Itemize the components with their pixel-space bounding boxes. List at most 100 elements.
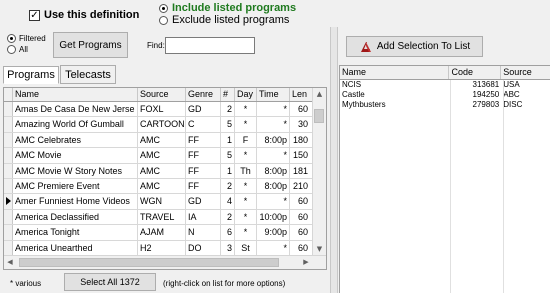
list-item[interactable]: Castle 194250 ABC — [340, 90, 550, 100]
find-label: Find: — [147, 41, 165, 50]
row-indicator[interactable] — [4, 194, 13, 209]
use-definition-checkbox[interactable]: ✓ — [29, 10, 40, 21]
cell-len: 60 — [297, 242, 308, 253]
select-all-button[interactable]: Select All 1372 — [64, 273, 156, 291]
tab-programs[interactable]: Programs — [3, 66, 59, 84]
col-name-header[interactable]: Name — [13, 88, 138, 101]
exclude-radio-row[interactable]: Exclude listed programs — [159, 14, 289, 26]
cell-genre: FF — [186, 148, 221, 163]
cell-len: 60 — [297, 196, 308, 207]
cell-name: AMC Movie W Story Notes — [13, 163, 138, 178]
col-sel-code-header[interactable]: Code — [449, 66, 502, 79]
cell-num: 1 — [221, 163, 235, 178]
col-source-header[interactable]: Source — [138, 88, 186, 101]
cell-len: 180 — [292, 134, 308, 145]
scroll-down-arrow-icon[interactable]: ▼ — [313, 243, 326, 255]
table-row[interactable]: AMC Premiere Event AMC FF 2 * 8:00p 210 — [4, 178, 326, 195]
exclude-label: Exclude listed programs — [172, 14, 290, 26]
row-indicator-header — [4, 88, 13, 101]
table-row[interactable]: America Declassified TRAVEL IA 2 * 10:00p 60 — [4, 209, 326, 226]
selection-list-body: NCIS 313681 USA Castle 194250 ABC Mythbusters 2… — [340, 80, 550, 110]
row-indicator[interactable] — [4, 240, 13, 255]
cell-time: 8:00p — [257, 163, 290, 178]
col-num-header[interactable]: # — [221, 88, 235, 101]
cell-source: AMC — [138, 132, 186, 148]
cell-source: AMC — [138, 148, 186, 163]
table-row[interactable]: America Unearthed H2 DO 3 St * 60 — [4, 240, 326, 256]
tab-telecasts[interactable]: Telecasts — [60, 65, 116, 84]
row-indicator[interactable] — [4, 225, 13, 240]
row-indicator[interactable] — [4, 117, 13, 132]
cell-source: AMC — [138, 163, 186, 178]
cell-name: AMC Movie — [13, 148, 138, 163]
programs-vertical-scrollbar[interactable]: ▲ ▼ — [312, 88, 326, 255]
cell-name: Amas De Casa De New Jerse — [13, 102, 138, 117]
filtered-radio-row[interactable]: Filtered — [7, 34, 46, 43]
add-selection-button[interactable]: Add Selection To List — [346, 36, 483, 57]
programs-horizontal-scrollbar[interactable]: ◀ ▶ — [4, 255, 326, 269]
col-len-header[interactable]: Len — [290, 88, 310, 101]
table-row[interactable]: Amer Funniest Home Videos WGN GD 4 * * 60 — [4, 194, 326, 210]
cell-genre: GD — [186, 194, 221, 209]
panel-splitter[interactable] — [330, 27, 338, 293]
list-item[interactable]: Mythbusters 279803 DISC — [340, 100, 550, 110]
all-radio[interactable] — [7, 45, 16, 54]
add-selection-label: Add Selection To List — [376, 41, 471, 52]
cell-day: * — [235, 209, 257, 225]
table-row[interactable]: America Tonight AJAM N 6 * 9:00p 60 — [4, 225, 326, 241]
cell-name: AMC Celebrates — [13, 132, 138, 148]
cell-num: 6 — [221, 225, 235, 240]
col-sel-source-header[interactable]: Source — [501, 66, 550, 79]
exclude-radio[interactable] — [159, 15, 168, 25]
cell-time: 10:00p — [257, 209, 290, 225]
cell-time: * — [257, 148, 290, 163]
scroll-left-arrow-icon[interactable]: ◀ — [5, 256, 15, 268]
table-row[interactable]: Amazing World Of Gumball CARTOON C 5 * * 30 — [4, 117, 326, 133]
cell-source: WGN — [138, 194, 186, 209]
cell-num: 3 — [221, 240, 235, 255]
row-indicator[interactable] — [4, 102, 13, 117]
programs-grid[interactable]: Name Source Genre # Day Time Len Amas De… — [3, 87, 327, 270]
scroll-up-arrow-icon[interactable]: ▲ — [313, 88, 326, 100]
cell-source: AMC — [138, 178, 186, 194]
include-radio[interactable] — [159, 3, 168, 13]
cell-len: 30 — [297, 119, 308, 130]
filtered-radio[interactable] — [7, 34, 16, 43]
scroll-right-arrow-icon[interactable]: ▶ — [301, 256, 311, 268]
selection-list-header: Name Code Source — [340, 66, 550, 80]
cell-day: * — [235, 178, 257, 194]
cell-num: 1 — [221, 132, 235, 148]
scrollbar-thumb[interactable] — [314, 109, 324, 123]
cell-time: * — [257, 240, 290, 255]
col-time-header[interactable]: Time — [257, 88, 290, 101]
selection-list-gridlines — [450, 80, 451, 293]
row-indicator[interactable] — [4, 148, 13, 163]
col-sel-name-header[interactable]: Name — [340, 66, 450, 79]
use-definition-label: Use this definition — [44, 9, 140, 21]
cell-num: 2 — [221, 209, 235, 225]
col-day-header[interactable]: Day — [235, 88, 257, 101]
col-genre-header[interactable]: Genre — [186, 88, 221, 101]
row-indicator[interactable] — [4, 132, 13, 148]
cell-sel-name: Mythbusters — [342, 100, 386, 109]
get-programs-button[interactable]: Get Programs — [53, 32, 128, 58]
include-radio-row[interactable]: Include listed programs — [159, 2, 296, 14]
cell-num: 2 — [221, 178, 235, 194]
table-row[interactable]: AMC Celebrates AMC FF 1 F 8:00p 180 — [4, 132, 326, 149]
horizontal-scrollbar-thumb[interactable] — [19, 258, 279, 267]
row-indicator[interactable] — [4, 209, 13, 225]
row-indicator[interactable] — [4, 163, 13, 178]
row-indicator[interactable] — [4, 178, 13, 194]
all-radio-row[interactable]: All — [7, 45, 28, 54]
find-input[interactable] — [165, 37, 255, 54]
table-row[interactable]: Amas De Casa De New Jerse FOXL GD 2 * * 60 — [4, 102, 326, 118]
table-row[interactable]: AMC Movie AMC FF 5 * * 150 — [4, 148, 326, 164]
cell-time: 8:00p — [257, 178, 290, 194]
table-row[interactable]: AMC Movie W Story Notes AMC FF 1 Th 8:00p 181 — [4, 163, 326, 179]
cell-source: H2 — [138, 240, 186, 255]
cell-genre: N — [186, 225, 221, 240]
selection-list-grid[interactable]: Name Code Source NCIS 313681 USA Castle 1942… — [339, 65, 550, 293]
cell-name: Amazing World Of Gumball — [13, 117, 138, 132]
cell-sel-code: 194250 — [472, 90, 500, 99]
list-item[interactable]: NCIS 313681 USA — [340, 80, 550, 90]
